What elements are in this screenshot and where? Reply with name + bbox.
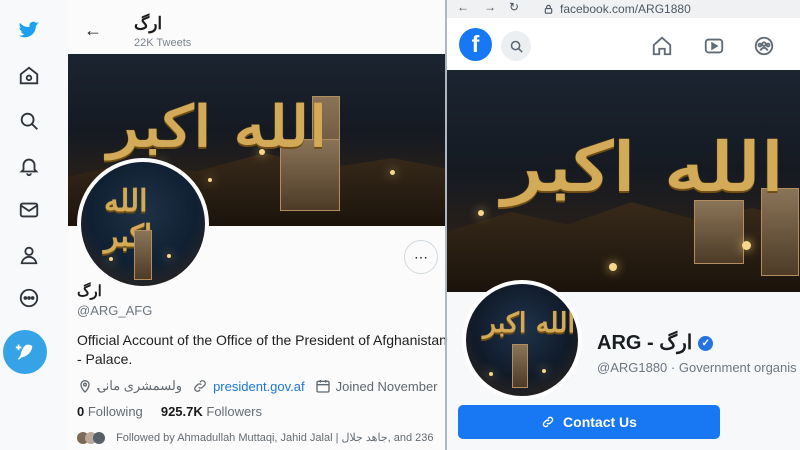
notifications-bell-icon[interactable] [15, 152, 43, 180]
following-label[interactable]: Following [88, 404, 143, 419]
profile-website-link[interactable]: president.gov.af [213, 379, 305, 394]
profile-title: ارگ [134, 14, 163, 33]
facebook-page-category: · Government organis [670, 360, 797, 375]
explore-icon[interactable] [15, 107, 43, 135]
following-count[interactable]: 0 [77, 404, 84, 419]
profile-header: ← ارگ 22K Tweets [68, 0, 445, 54]
profile-name: ارگ [77, 283, 102, 300]
feather-plus-icon [15, 344, 33, 360]
calligraphy-text: الله اکبر [107, 94, 328, 160]
compose-tweet-button[interactable] [3, 330, 47, 374]
contact-us-button[interactable]: Contact Us [458, 405, 720, 439]
verified-badge-icon: ✓ [698, 336, 714, 352]
profile-meta-row: ولسمشری مانۍ president.gov.af Joined Nov… [77, 376, 445, 396]
browser-url-bar[interactable]: facebook.com/ARG1880 [543, 0, 691, 18]
follower-avatars [77, 432, 105, 445]
browser-refresh-icon[interactable]: ↻ [509, 0, 519, 14]
facebook-banner-image: الله اکبر [447, 70, 800, 292]
calligraphy-text: الله اکبر [502, 128, 784, 206]
facebook-search-icon[interactable] [501, 31, 531, 61]
browser-toolbar: ← → ↻ facebook.com/ARG1880 [447, 0, 800, 18]
facebook-page-handle: @ARG1880 · Government organis [597, 360, 797, 375]
followed-by-text: Followed by Ahmadullah Muttaqi, Jahid Ja… [116, 432, 434, 444]
facebook-navbar: f [447, 18, 800, 70]
tweet-count: 22K Tweets [134, 37, 192, 49]
back-arrow-icon[interactable]: ← [84, 20, 102, 41]
facebook-window: ← → ↻ facebook.com/ARG1880 f الله اکبر ا… [445, 0, 800, 450]
calendar-icon [315, 380, 330, 393]
facebook-page-name: ARG - ارگ ✓ [597, 330, 714, 355]
followers-count[interactable]: 925.7K [161, 404, 203, 419]
more-options-button[interactable]: ⋯ [404, 240, 438, 274]
followed-by-row[interactable]: Followed by Ahmadullah Muttaqi, Jahid Ja… [77, 431, 434, 445]
facebook-groups-icon[interactable] [752, 34, 776, 58]
profile-location: ولسمشری مانۍ [98, 378, 183, 393]
lock-icon [544, 4, 553, 14]
profile-person-icon[interactable] [15, 241, 43, 269]
link-icon [542, 416, 554, 428]
more-circle-icon[interactable] [15, 284, 43, 312]
home-icon[interactable] [15, 62, 43, 90]
profile-handle: @ARG_AFG [77, 303, 153, 318]
location-pin-icon [80, 380, 90, 393]
twitter-logo-icon[interactable] [15, 16, 43, 44]
facebook-logo-icon[interactable]: f [459, 28, 492, 61]
twitter-window: ← ارگ 22K Tweets الله اکبر الله اکبر ⋯ ا… [0, 0, 445, 450]
profile-stats: 0 Following 925.7K Followers [77, 404, 262, 419]
browser-forward-icon[interactable]: → [484, 0, 496, 14]
twitter-avatar[interactable]: الله اکبر [77, 158, 209, 290]
contact-us-label: Contact Us [563, 414, 637, 430]
facebook-watch-icon[interactable] [702, 34, 726, 58]
facebook-avatar[interactable]: الله اکبر [462, 280, 582, 400]
browser-back-icon[interactable]: ← [457, 0, 469, 14]
followers-label[interactable]: Followers [206, 404, 262, 419]
browser-url-text: facebook.com/ARG1880 [560, 2, 691, 16]
profile-joined: Joined November [335, 378, 438, 394]
profile-bio: Official Account of the Office of the Pr… [77, 332, 445, 367]
twitter-sidebar [0, 0, 62, 450]
facebook-home-icon[interactable] [650, 34, 674, 58]
link-icon [194, 380, 206, 392]
messages-mail-icon[interactable] [15, 196, 43, 224]
